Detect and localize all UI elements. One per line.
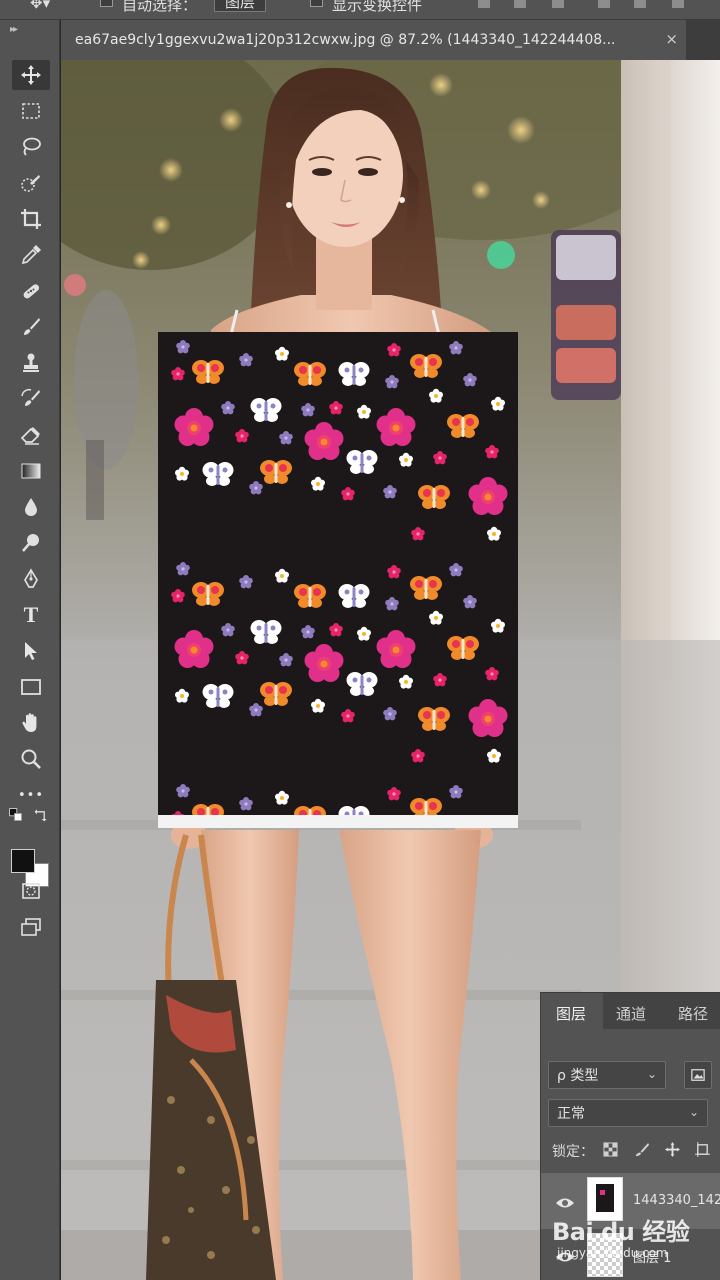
eye-icon[interactable]: [555, 1195, 575, 1209]
butterfly-flower-pattern: [158, 332, 518, 828]
marquee-tool-icon[interactable]: [12, 96, 50, 126]
screen-mode-icon[interactable]: [12, 912, 50, 942]
document-tab-title: ea67ae9cly1ggexvu2wa1j20p312cwxw.jpg @ 8…: [75, 32, 616, 48]
filter-image-icon[interactable]: [684, 1061, 712, 1089]
auto-select-target-dropdown[interactable]: 图层: [214, 0, 267, 12]
align-middle-icon[interactable]: [634, 0, 646, 8]
type-tool-icon[interactable]: T: [12, 600, 50, 630]
close-document-icon[interactable]: ×: [665, 30, 678, 48]
default-colors-icon[interactable]: [6, 805, 26, 825]
quick-select-tool-icon[interactable]: [12, 168, 50, 198]
baidu-watermark-url: jingyan.baidu.com: [557, 1246, 668, 1260]
zoom-tool-icon[interactable]: [12, 744, 50, 774]
eraser-tool-icon[interactable]: [12, 420, 50, 450]
move-tool-icon[interactable]: [12, 60, 50, 90]
baidu-watermark: Bai du 经验: [552, 1218, 690, 1246]
align-right-icon[interactable]: [552, 0, 564, 8]
tab-channels[interactable]: 通道: [616, 1003, 646, 1024]
dodge-tool-icon[interactable]: [12, 528, 50, 558]
layer-filter-label: ρ 类型: [557, 1068, 599, 1084]
rectangle-tool-icon[interactable]: [12, 672, 50, 702]
tab-paths[interactable]: 路径: [678, 1003, 708, 1024]
eyedropper-tool-icon[interactable]: [12, 240, 50, 270]
tools-panel: ▸▸ T •••: [0, 20, 60, 1280]
photoshop-window: ✥▾ 自动选择： 图层 显示变换控件 ▸▸ T ••• ea67ae9cly1g…: [0, 0, 720, 1280]
pattern-footer-strip: [158, 815, 518, 828]
blur-tool-icon[interactable]: [12, 492, 50, 522]
lock-artboard-icon[interactable]: [693, 1140, 711, 1158]
pen-tool-icon[interactable]: [12, 564, 50, 594]
healing-brush-tool-icon[interactable]: [12, 276, 50, 306]
document-tab-bar: ea67ae9cly1ggexvu2wa1j20p312cwxw.jpg @ 8…: [61, 20, 720, 60]
layer-name: 1443340_142: [633, 1193, 720, 1208]
lock-label: 锁定：: [552, 1144, 594, 1160]
brush-tool-icon[interactable]: [12, 312, 50, 342]
hand-tool-icon[interactable]: [12, 708, 50, 738]
foreground-color-swatch[interactable]: [11, 849, 35, 873]
options-bar: ✥▾ 自动选择： 图层 显示变换控件: [0, 0, 720, 20]
lock-image-pixels-icon[interactable]: [633, 1140, 651, 1158]
auto-select-checkbox[interactable]: [100, 0, 113, 7]
clone-stamp-tool-icon[interactable]: [12, 348, 50, 378]
pasted-pattern-layer[interactable]: [158, 332, 518, 828]
history-brush-tool-icon[interactable]: [12, 384, 50, 414]
show-transform-checkbox[interactable]: [310, 0, 323, 7]
move-tool-options-icon[interactable]: ✥▾: [30, 0, 50, 12]
lock-position-icon[interactable]: [663, 1140, 681, 1158]
swap-colors-icon[interactable]: [30, 805, 52, 825]
panel-grip-icon[interactable]: ▸▸: [10, 24, 18, 35]
lasso-tool-icon[interactable]: [12, 132, 50, 162]
align-left-icon[interactable]: [478, 0, 490, 8]
blend-mode-value: 正常: [557, 1106, 585, 1122]
crop-tool-icon[interactable]: [12, 204, 50, 234]
blend-mode-dropdown[interactable]: 正常 ⌄: [548, 1099, 708, 1127]
auto-select-label: 自动选择：: [122, 0, 198, 14]
panel-tabs: 图层 通道 路径: [541, 993, 720, 1029]
quick-mask-icon[interactable]: [12, 876, 50, 906]
lock-transparent-pixels-icon[interactable]: [601, 1140, 619, 1158]
chevron-down-icon: ⌄: [688, 1105, 699, 1119]
align-center-icon[interactable]: [514, 0, 526, 8]
document-tab[interactable]: ea67ae9cly1ggexvu2wa1j20p312cwxw.jpg @ 8…: [61, 20, 686, 60]
align-bottom-icon[interactable]: [672, 0, 684, 8]
show-transform-label: 显示变换控件: [332, 0, 423, 14]
align-top-icon[interactable]: [598, 0, 610, 8]
gradient-tool-icon[interactable]: [12, 456, 50, 486]
layer-filter-dropdown[interactable]: ρ 类型 ⌄: [548, 1061, 666, 1089]
path-select-tool-icon[interactable]: [12, 636, 50, 666]
tab-layers[interactable]: 图层: [556, 1003, 586, 1024]
chevron-down-icon: ⌄: [646, 1067, 657, 1081]
